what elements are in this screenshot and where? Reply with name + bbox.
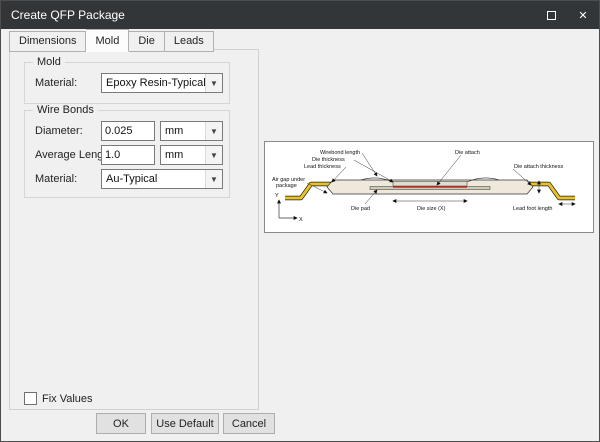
ok-button[interactable]: OK — [96, 413, 146, 434]
die-attach-shape — [393, 186, 467, 188]
lead-right — [527, 184, 575, 198]
diameter-unit-value: mm — [161, 125, 205, 137]
qfp-diagram-svg: Y X Wirebond length Die thickness Lead t… — [265, 142, 593, 232]
tab-strip: Dimensions Mold Die Leads — [9, 31, 214, 52]
average-length-unit-combobox[interactable]: mm ▼ — [160, 145, 223, 165]
fix-values-checkbox-row[interactable]: Fix Values — [24, 392, 93, 405]
axis-indicator — [279, 200, 297, 218]
diameter-input[interactable] — [101, 121, 155, 141]
maximize-icon — [547, 11, 556, 20]
mold-material-combobox[interactable]: Epoxy Resin-Typical ▼ — [101, 73, 223, 93]
die-attach-thickness-label: Die attach thickness — [514, 164, 563, 170]
wire-bonds-groupbox: Wire Bonds Diameter: mm ▼ Average Length… — [24, 110, 230, 198]
mold-material-value: Epoxy Resin-Typical — [102, 77, 205, 89]
die-shape — [393, 182, 467, 187]
die-thickness-label: Die thickness — [312, 157, 345, 163]
cancel-button[interactable]: Cancel — [223, 413, 275, 434]
diameter-label: Diameter: — [35, 125, 83, 137]
tab-mold[interactable]: Mold — [86, 29, 129, 52]
maximize-button[interactable] — [535, 1, 567, 29]
wire-material-combobox[interactable]: Au-Typical ▼ — [101, 169, 223, 189]
die-size-label: Die size (X) — [417, 206, 446, 212]
mold-groupbox: Mold Material: Epoxy Resin-Typical ▼ — [24, 62, 230, 104]
chevron-down-icon[interactable]: ▼ — [205, 146, 222, 164]
average-length-input[interactable] — [101, 145, 155, 165]
tab-dimensions[interactable]: Dimensions — [9, 31, 86, 52]
use-default-button[interactable]: Use Default — [151, 413, 219, 434]
chevron-down-icon[interactable]: ▼ — [205, 170, 222, 188]
mold-group-title: Mold — [33, 56, 65, 68]
die-pad-label: Die pad — [351, 206, 370, 212]
tab-die[interactable]: Die — [129, 31, 165, 52]
titlebar[interactable]: Create QFP Package ✕ — [1, 1, 599, 29]
chevron-down-icon[interactable]: ▼ — [205, 122, 222, 140]
axis-y-label: Y — [275, 193, 279, 199]
mold-tab-page: Mold Material: Epoxy Resin-Typical ▼ Wir… — [9, 49, 259, 410]
close-button[interactable]: ✕ — [567, 1, 599, 29]
qfp-cross-section-diagram: Y X Wirebond length Die thickness Lead t… — [264, 141, 594, 233]
wire-bonds-group-title: Wire Bonds — [33, 104, 98, 116]
wire-material-label: Material: — [35, 173, 77, 185]
fix-values-checkbox[interactable] — [24, 392, 37, 405]
mold-material-label: Material: — [35, 77, 77, 89]
create-qfp-package-dialog: Create QFP Package ✕ Dimensions Mold Die… — [0, 0, 600, 442]
leader-lines — [307, 153, 575, 204]
air-gap-label-line2: package — [276, 183, 297, 189]
wire-material-value: Au-Typical — [102, 173, 205, 185]
lead-foot-length-label: Lead foot length — [513, 206, 552, 212]
lead-thickness-label: Lead thickness — [304, 164, 341, 170]
tab-leads[interactable]: Leads — [165, 31, 214, 52]
window-title: Create QFP Package — [1, 8, 535, 22]
axis-x-label: X — [299, 217, 303, 223]
die-attach-label: Die attach — [455, 150, 480, 156]
average-length-unit-value: mm — [161, 149, 205, 161]
chevron-down-icon[interactable]: ▼ — [205, 74, 222, 92]
diameter-unit-combobox[interactable]: mm ▼ — [160, 121, 223, 141]
wirebond-length-label: Wirebond length — [320, 150, 360, 156]
fix-values-label: Fix Values — [42, 393, 93, 405]
close-icon: ✕ — [578, 9, 587, 22]
